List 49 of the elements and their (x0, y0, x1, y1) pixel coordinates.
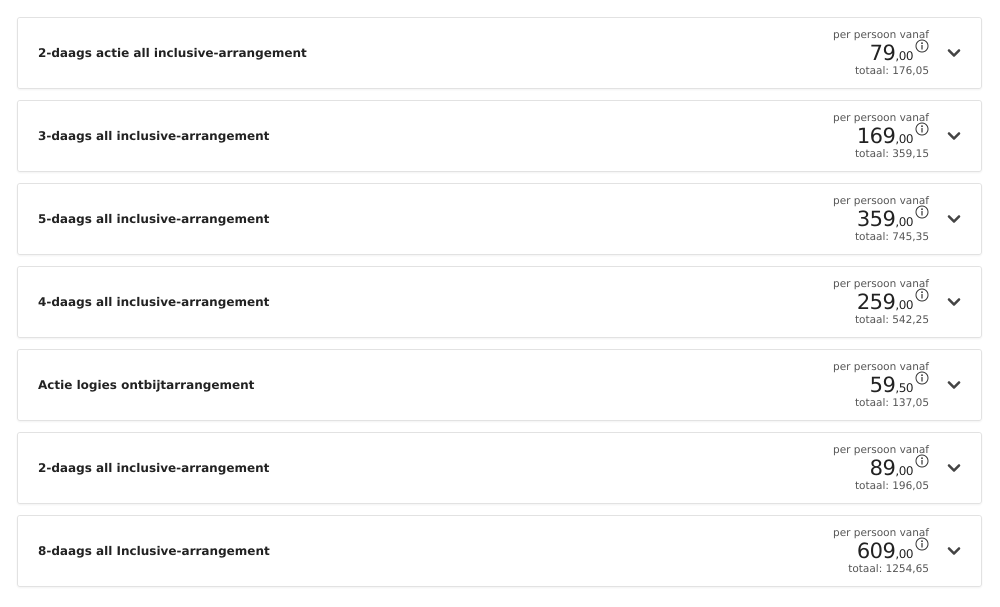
offer-title: 4-daags all inclusive-arrangement (38, 295, 270, 309)
price-label: per persoon vanaf (833, 28, 929, 42)
chevron-icon[interactable] (947, 546, 961, 556)
price-amount: 259,00 (856, 291, 913, 313)
price-amount: 609,00 (856, 540, 913, 562)
chevron-icon[interactable] (947, 380, 961, 390)
info-icon[interactable] (915, 288, 929, 302)
price-label: per persoon vanaf (833, 526, 929, 540)
offer-card[interactable]: 3-daags all inclusive-arrangement per persoon vanaf 169,00 totaal: 359,15 (17, 100, 982, 172)
price-label: per persoon vanaf (833, 360, 929, 374)
price-amount: 169,00 (856, 125, 913, 147)
offer-title: 5-daags all inclusive-arrangement (38, 212, 270, 226)
info-icon[interactable] (915, 122, 929, 136)
price-label: per persoon vanaf (833, 443, 929, 457)
chevron-icon[interactable] (947, 48, 961, 58)
offer-title: 2-daags all inclusive-arrangement (38, 461, 270, 475)
info-icon[interactable] (915, 371, 929, 385)
offer-card[interactable]: 4-daags all inclusive-arrangement per persoon vanaf 259,00 totaal: 542,25 (17, 266, 982, 338)
chevron-icon[interactable] (947, 131, 961, 141)
price-label: per persoon vanaf (833, 277, 929, 291)
total-price: totaal: 745,35 (854, 230, 929, 244)
total-price: totaal: 542,25 (854, 313, 929, 327)
offer-title: 8-daags all Inclusive-arrangement (38, 544, 271, 558)
info-icon[interactable] (915, 454, 929, 468)
total-price: totaal: 359,15 (854, 147, 929, 161)
total-price: totaal: 1254,65 (848, 562, 929, 576)
price-label: per persoon vanaf (833, 111, 929, 125)
price-amount: 59,50 (870, 374, 913, 396)
chevron-icon[interactable] (947, 463, 961, 473)
offer-title: 3-daags all inclusive-arrangement (38, 129, 270, 143)
total-price: totaal: 176,05 (854, 64, 929, 78)
offer-card[interactable]: 5-daags all inclusive-arrangement per persoon vanaf 359,00 totaal: 745,35 (17, 183, 982, 255)
offer-title: Actie logies ontbijtarrangement (38, 378, 256, 392)
price-label: per persoon vanaf (833, 194, 929, 208)
info-icon[interactable] (915, 205, 929, 219)
info-icon[interactable] (915, 537, 929, 551)
chevron-icon[interactable] (947, 214, 961, 224)
offer-card[interactable]: Actie logies ontbijtarrangement per persoon vanaf 59,50 totaal: 137,05 (17, 349, 982, 421)
price-amount: 89,00 (870, 457, 913, 479)
chevron-icon[interactable] (947, 297, 961, 307)
price-amount: 79,00 (870, 42, 913, 64)
offer-title: 2-daags actie all inclusive-arrangement (38, 46, 308, 60)
price-amount: 359,00 (856, 208, 913, 230)
total-price: totaal: 137,05 (854, 396, 929, 410)
offer-card[interactable]: 2-daags all inclusive-arrangement per persoon vanaf 89,00 totaal: 196,05 (17, 432, 982, 504)
offer-card[interactable]: 2-daags actie all inclusive-arrangement per persoon vanaf 79,00 totaal: 176,05 (17, 17, 982, 89)
info-icon[interactable] (915, 39, 929, 53)
total-price: totaal: 196,05 (854, 479, 929, 493)
offer-card[interactable]: 8-daags all Inclusive-arrangement per persoon vanaf 609,00 totaal: 1254,65 (17, 515, 982, 587)
